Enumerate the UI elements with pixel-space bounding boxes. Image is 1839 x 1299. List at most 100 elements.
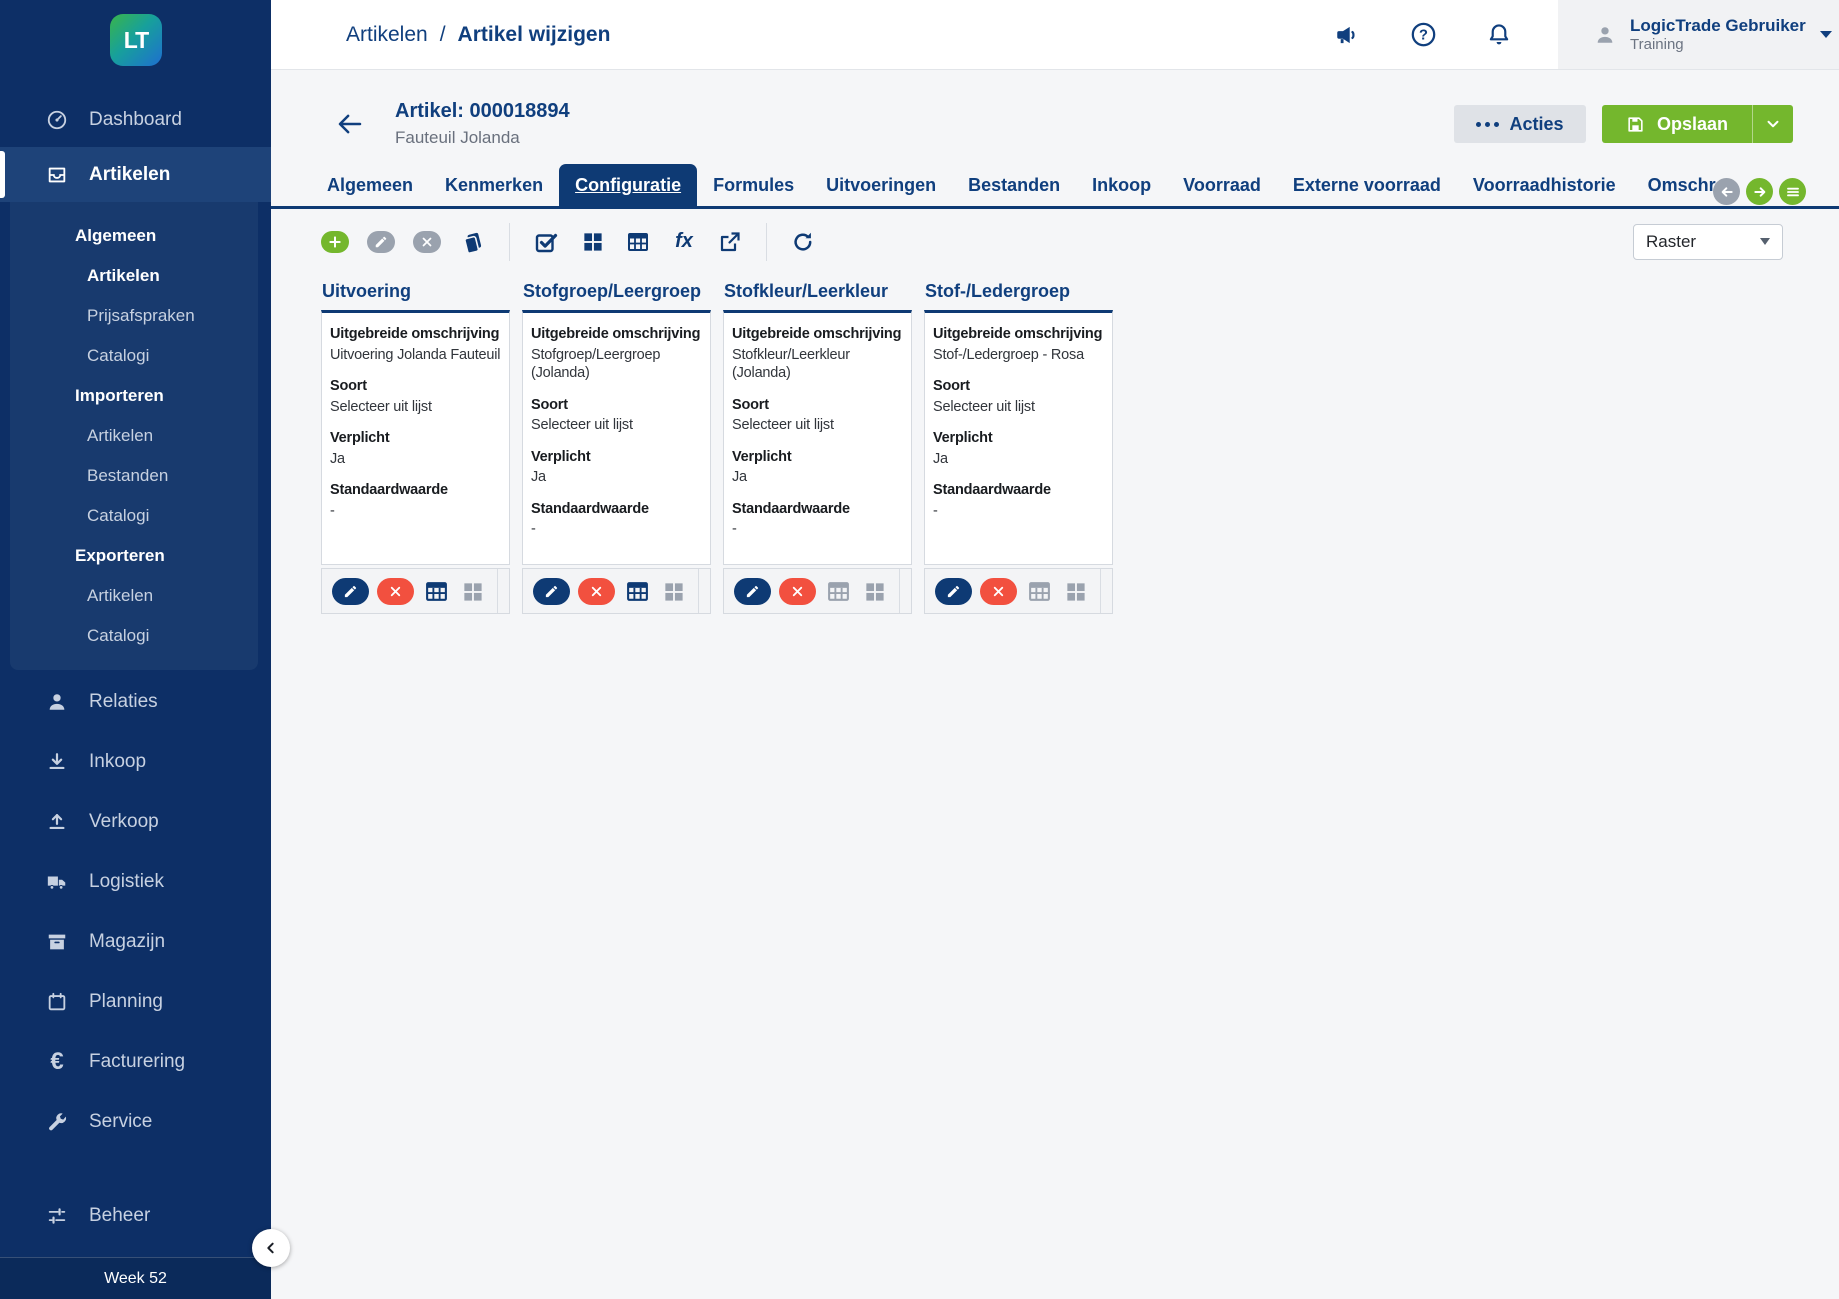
submenu-item-import-catalogi[interactable]: Catalogi bbox=[10, 496, 258, 536]
sidebar-item-logistiek[interactable]: Logistiek bbox=[0, 852, 271, 912]
sidebar-item-facturering[interactable]: € Facturering bbox=[0, 1032, 271, 1092]
view-select[interactable]: Raster bbox=[1633, 224, 1783, 260]
card-table-button[interactable] bbox=[825, 577, 853, 605]
field-label: Standaardwaarde bbox=[732, 500, 903, 519]
pencil-icon bbox=[745, 584, 760, 599]
toolbar: fx Raster bbox=[271, 209, 1839, 261]
sidebar-item-beheer[interactable]: Beheer bbox=[0, 1186, 271, 1246]
arrow-left-icon bbox=[1719, 184, 1735, 200]
sidebar-item-label: Logistiek bbox=[89, 871, 164, 893]
tab-uitvoeringen[interactable]: Uitvoeringen bbox=[810, 164, 952, 206]
arrow-right-icon bbox=[1752, 184, 1768, 200]
card-delete-button[interactable] bbox=[377, 578, 414, 605]
field-value: Selecteer uit lijst bbox=[330, 398, 501, 417]
sidebar-collapse-button[interactable] bbox=[252, 1229, 290, 1267]
card-grid-button[interactable] bbox=[459, 577, 487, 605]
submenu-item-prijsafspraken[interactable]: Prijsafspraken bbox=[10, 296, 258, 336]
delete-button[interactable] bbox=[413, 231, 441, 253]
submenu-item-import-artikelen[interactable]: Artikelen bbox=[10, 416, 258, 456]
tab-kenmerken[interactable]: Kenmerken bbox=[429, 164, 559, 206]
sidebar-item-service[interactable]: Service bbox=[0, 1092, 271, 1152]
tabs-scroll-right-button[interactable] bbox=[1746, 178, 1773, 205]
tab-scroll-controls bbox=[1713, 178, 1806, 205]
breadcrumb-parent[interactable]: Artikelen bbox=[346, 23, 428, 47]
notifications-button[interactable] bbox=[1484, 20, 1514, 50]
field-value: Ja bbox=[330, 450, 501, 469]
x-icon bbox=[420, 235, 434, 249]
app-logo: LT bbox=[110, 14, 162, 66]
field-label: Uitgebreide omschrijving bbox=[732, 325, 903, 344]
tab-algemeen[interactable]: Algemeen bbox=[311, 164, 429, 206]
acties-button[interactable]: Acties bbox=[1454, 105, 1586, 143]
card-footer bbox=[723, 568, 912, 614]
card-grid-button[interactable] bbox=[1062, 577, 1090, 605]
tab-voorraad[interactable]: Voorraad bbox=[1167, 164, 1277, 206]
submenu-item-catalogi[interactable]: Catalogi bbox=[10, 336, 258, 376]
open-external-button[interactable] bbox=[716, 228, 744, 256]
submenu-item-import-bestanden[interactable]: Bestanden bbox=[10, 456, 258, 496]
field-label: Uitgebreide omschrijving bbox=[933, 325, 1104, 344]
tab-bestanden[interactable]: Bestanden bbox=[952, 164, 1076, 206]
sidebar-item-relaties[interactable]: Relaties bbox=[0, 672, 271, 732]
save-button[interactable]: Opslaan bbox=[1602, 105, 1752, 143]
refresh-button[interactable] bbox=[789, 228, 817, 256]
config-card-uitvoering: Uitvoering Uitgebreide omschrijvingUitvo… bbox=[321, 281, 510, 614]
config-card-stofkleur: Stofkleur/Leerkleur Uitgebreide omschrij… bbox=[723, 281, 912, 614]
card-delete-button[interactable] bbox=[779, 578, 816, 605]
sidebar-item-dashboard[interactable]: Dashboard bbox=[0, 92, 271, 147]
card-title: Uitvoering bbox=[322, 281, 510, 302]
announcements-button[interactable] bbox=[1332, 20, 1362, 50]
page-title: Artikel: 000018894 bbox=[395, 100, 570, 123]
submenu-item-export-catalogi[interactable]: Catalogi bbox=[10, 616, 258, 656]
field-label: Soort bbox=[330, 377, 501, 396]
table-view-button[interactable] bbox=[624, 228, 652, 256]
tabs-scroll-left-button[interactable] bbox=[1713, 178, 1740, 205]
card-table-button[interactable] bbox=[624, 577, 652, 605]
card-delete-button[interactable] bbox=[980, 578, 1017, 605]
select-mode-button[interactable] bbox=[532, 228, 560, 256]
title-block: Artikel: 000018894 Fauteuil Jolanda bbox=[395, 100, 570, 148]
breadcrumb-separator: / bbox=[440, 23, 446, 47]
sidebar-item-label: Artikelen bbox=[89, 164, 170, 186]
edit-button[interactable] bbox=[367, 231, 395, 253]
page-head: Artikel: 000018894 Fauteuil Jolanda Acti… bbox=[271, 70, 1839, 148]
toolbar-divider bbox=[509, 223, 510, 261]
card-grid-button[interactable] bbox=[861, 577, 889, 605]
card-grid-button[interactable] bbox=[660, 577, 688, 605]
sidebar-item-inkoop[interactable]: Inkoop bbox=[0, 732, 271, 792]
sidebar-item-artikelen[interactable]: Artikelen bbox=[0, 147, 271, 202]
x-icon bbox=[388, 584, 403, 599]
tab-formules[interactable]: Formules bbox=[697, 164, 810, 206]
field-value: Ja bbox=[732, 468, 903, 487]
submenu-item-artikelen[interactable]: Artikelen bbox=[10, 256, 258, 296]
tab-configuratie[interactable]: Configuratie bbox=[559, 164, 697, 206]
view-select-value: Raster bbox=[1646, 232, 1696, 252]
formula-button[interactable]: fx bbox=[670, 228, 698, 256]
card-table-button[interactable] bbox=[423, 577, 451, 605]
card-edit-button[interactable] bbox=[332, 578, 369, 605]
card-edit-button[interactable] bbox=[935, 578, 972, 605]
save-options-button[interactable] bbox=[1752, 105, 1793, 143]
sidebar-item-planning[interactable]: Planning bbox=[0, 972, 271, 1032]
field-label: Soort bbox=[933, 377, 1104, 396]
tab-externe-voorraad[interactable]: Externe voorraad bbox=[1277, 164, 1457, 206]
card-table-button[interactable] bbox=[1026, 577, 1054, 605]
table-icon bbox=[1027, 579, 1052, 604]
card-edit-button[interactable] bbox=[533, 578, 570, 605]
tab-inkoop[interactable]: Inkoop bbox=[1076, 164, 1167, 206]
copy-button[interactable] bbox=[459, 228, 487, 256]
card-delete-button[interactable] bbox=[578, 578, 615, 605]
back-button[interactable] bbox=[333, 107, 367, 141]
field-value: - bbox=[531, 520, 702, 539]
add-button[interactable] bbox=[321, 231, 349, 253]
user-menu[interactable]: LogicTrade Gebruiker Training bbox=[1558, 0, 1839, 69]
user-info: LogicTrade Gebruiker Training bbox=[1630, 15, 1806, 55]
help-button[interactable]: ? bbox=[1408, 20, 1438, 50]
card-edit-button[interactable] bbox=[734, 578, 771, 605]
tabs-menu-button[interactable] bbox=[1779, 178, 1806, 205]
grid-view-button[interactable] bbox=[578, 228, 606, 256]
sidebar-item-magazijn[interactable]: Magazijn bbox=[0, 912, 271, 972]
submenu-item-export-artikelen[interactable]: Artikelen bbox=[10, 576, 258, 616]
tab-voorraadhistorie[interactable]: Voorraadhistorie bbox=[1457, 164, 1632, 206]
sidebar-item-verkoop[interactable]: Verkoop bbox=[0, 792, 271, 852]
